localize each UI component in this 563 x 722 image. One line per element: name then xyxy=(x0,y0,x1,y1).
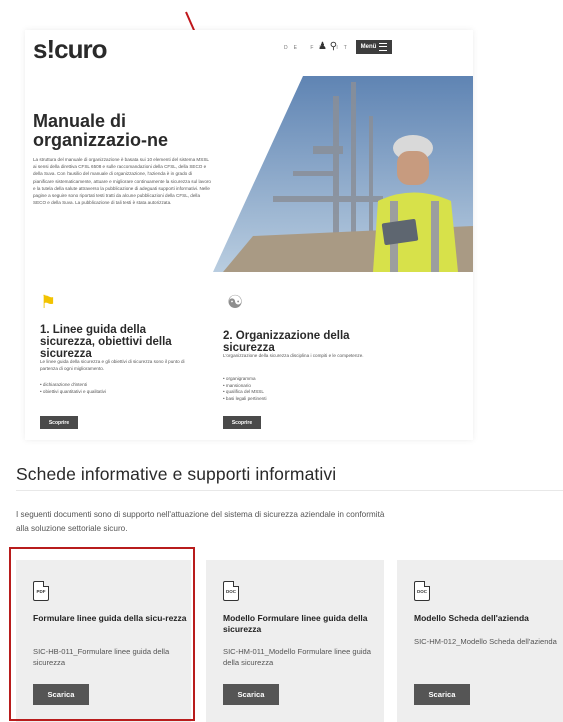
header-icons: ♟ ⚲ xyxy=(318,41,337,52)
section-1-title: 1. Linee guida della sicurezza, obiettiv… xyxy=(40,324,172,360)
section-1-discover-button[interactable]: Scoprire xyxy=(40,416,78,429)
section-2-discover-button[interactable]: Scoprire xyxy=(223,416,261,429)
sicuro-logo[interactable]: s!curo xyxy=(31,34,107,65)
menu-label: Menü xyxy=(360,44,377,50)
hero-construction-photo xyxy=(213,76,473,272)
people-icon: ☯ xyxy=(227,292,244,312)
list-item: • organigramma xyxy=(223,376,256,381)
hamburger-icon xyxy=(379,43,388,51)
list-item: • obiettivi quantitativi e qualitativi xyxy=(40,388,106,394)
user-icon[interactable]: ♟ xyxy=(318,41,327,52)
section-1-text: Le linee guida della sicurezza e gli obi… xyxy=(40,359,185,371)
section-2-list: • organigramma • mansionario • qualifica… xyxy=(223,376,267,402)
download-card: DOC Modello Scheda dell'azienda SIC-HM-0… xyxy=(397,560,563,722)
list-item: • qualifica del MSSL xyxy=(223,389,264,395)
card-title: Modello Scheda dell'azienda xyxy=(414,613,529,623)
section-1-list: • dichiarazione d'intenti • obiettivi qu… xyxy=(40,382,106,395)
card-filename: SIC-HM-011_Modello Formulare linee guida… xyxy=(223,647,372,667)
list-item: • mansionario xyxy=(223,382,251,388)
highlight-box xyxy=(9,547,195,721)
menu-button[interactable]: Menü xyxy=(356,40,392,54)
list-item: • dichiarazione d'intenti xyxy=(40,382,87,387)
doc-file-icon: DOC xyxy=(414,581,430,601)
signpost-icon: ⚑ xyxy=(40,292,57,312)
section-2-title: 2. Organizzazione della sicurezza xyxy=(223,330,350,354)
download-button[interactable]: Scarica xyxy=(414,684,470,705)
card-filename: SIC-HM-012_Modello Scheda dell'azienda xyxy=(414,637,557,646)
page-title: Manuale di organizzazio-ne xyxy=(33,111,169,150)
section-description: I seguenti documenti sono di supporto ne… xyxy=(16,510,385,533)
section-2-text: L'organizzazione della sicurezza discipl… xyxy=(223,353,364,358)
card-title: Modello Formulare linee guida della sicu… xyxy=(223,613,368,634)
section-title: Schede informative e supporti informativ… xyxy=(16,464,337,484)
divider xyxy=(16,490,563,491)
download-button[interactable]: Scarica xyxy=(223,684,279,705)
search-icon[interactable]: ⚲ xyxy=(330,41,337,52)
list-item: • basi legali pertinenti xyxy=(223,395,267,401)
hero-description: La struttura del manuale di organizzazio… xyxy=(33,157,211,206)
doc-file-icon: DOC xyxy=(223,581,239,601)
download-card: DOC Modello Formulare linee guida della … xyxy=(206,560,384,722)
